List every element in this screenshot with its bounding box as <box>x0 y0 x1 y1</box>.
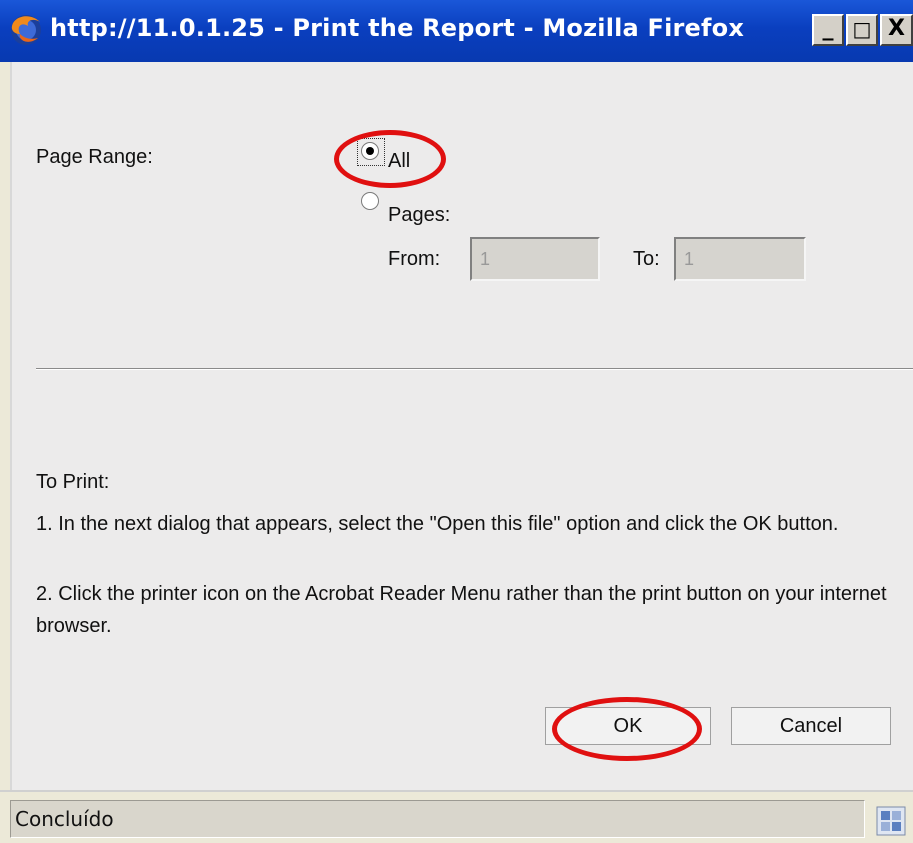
window-titlebar: http://11.0.1.25 - Print the Report - Mo… <box>0 0 913 62</box>
status-text: Concluído <box>10 800 865 838</box>
section-divider <box>36 368 913 370</box>
instructions-heading: To Print: <box>36 471 110 493</box>
radio-all[interactable] <box>361 142 379 160</box>
close-button[interactable]: X <box>880 14 913 46</box>
maximize-button[interactable]: □ <box>846 14 878 46</box>
page-range-label: Page Range: <box>36 146 153 168</box>
from-label: From: <box>388 248 441 270</box>
from-input[interactable]: 1 <box>470 237 600 281</box>
dialog-content: Page Range: All Pages: From: 1 To: 1 To … <box>10 62 913 790</box>
instruction-step-2: 2. Click the printer icon on the Acrobat… <box>36 583 887 637</box>
cancel-button[interactable]: Cancel <box>731 707 891 745</box>
radio-pages-label[interactable]: Pages: <box>388 204 450 227</box>
radio-pages[interactable] <box>361 192 379 210</box>
ok-button[interactable]: OK <box>545 707 711 745</box>
minimize-button[interactable]: _ <box>812 14 844 46</box>
status-bar: Concluído <box>0 790 913 843</box>
instruction-step-1: 1. In the next dialog that appears, sele… <box>36 513 839 535</box>
radio-all-label[interactable]: All <box>388 150 410 173</box>
page-info-icon <box>876 806 906 836</box>
to-label: To: <box>633 248 660 270</box>
window-title: http://11.0.1.25 - Print the Report - Mo… <box>50 14 745 42</box>
to-input[interactable]: 1 <box>674 237 806 281</box>
firefox-icon <box>11 15 41 45</box>
